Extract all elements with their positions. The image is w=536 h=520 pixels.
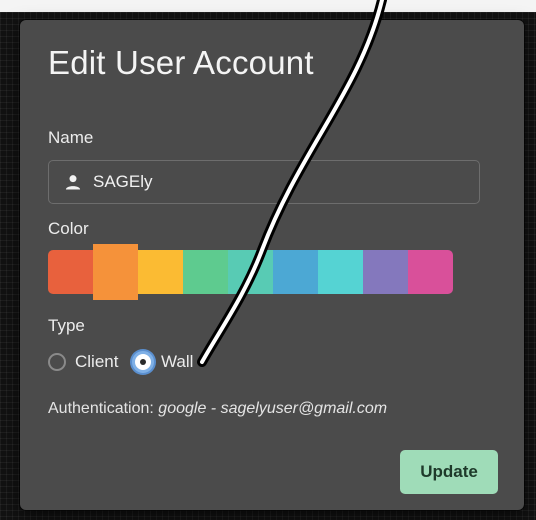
color-swatches [48,244,453,300]
dialog-title: Edit User Account [48,44,314,81]
color-swatch[interactable] [183,250,228,294]
update-button[interactable]: Update [400,450,498,494]
type-label: Type [48,316,85,335]
color-swatch[interactable] [228,250,273,294]
color-swatch[interactable] [273,250,318,294]
auth-separator: - [206,400,221,417]
auth-provider: google [158,400,207,417]
color-label: Color [48,219,89,238]
name-label: Name [48,128,94,147]
auth-email: sagelyuser@gmail.com [220,400,388,417]
type-wall-label[interactable]: Wall [161,352,193,372]
color-swatch[interactable] [363,250,408,294]
edit-user-dialog: Edit User Account Name Color Type Client… [20,20,524,510]
top-edge-strip [0,0,536,12]
color-swatch[interactable] [318,250,363,294]
color-swatch[interactable] [93,244,138,300]
type-client-label[interactable]: Client [75,352,118,372]
auth-prefix: Authentication: [48,400,159,417]
color-swatch[interactable] [48,250,93,294]
color-swatch[interactable] [138,250,183,294]
type-radio-client[interactable] [48,353,66,371]
color-swatch[interactable] [408,250,453,294]
name-input[interactable] [93,161,473,203]
user-icon [65,175,81,190]
name-field [48,160,480,204]
type-radio-wall[interactable] [132,351,154,373]
authentication-info: Authentication: google - sagelyuser@gmai… [48,400,387,418]
